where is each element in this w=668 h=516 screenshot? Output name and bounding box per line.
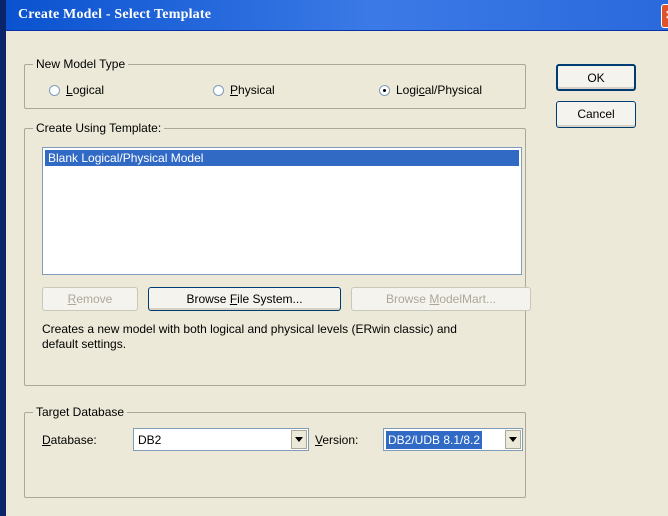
template-description: Creates a new model with both logical an…	[42, 322, 457, 351]
version-select-value: DB2/UDB 8.1/8.2	[386, 431, 483, 449]
browse-file-system-button[interactable]: Browse File System...	[148, 287, 341, 311]
dialog-window: Create Model - Select Template ✕ New Mod…	[0, 0, 668, 516]
title-bar[interactable]: Create Model - Select Template ✕	[6, 0, 668, 31]
target-database-group: Target Database Database: DB2 Version: D…	[24, 405, 526, 498]
template-legend: Create Using Template:	[33, 121, 165, 135]
chevron-down-icon[interactable]	[291, 430, 307, 449]
close-button[interactable]: ✕	[661, 4, 668, 28]
radio-physical-indicator[interactable]	[213, 84, 224, 96]
version-label: Version:	[315, 433, 359, 447]
radio-logical-physical-indicator[interactable]	[379, 84, 390, 96]
database-select-value: DB2	[138, 433, 162, 447]
radio-logical-physical-label: Logical/Physical	[396, 83, 483, 97]
target-database-legend: Target Database	[33, 405, 128, 419]
template-group: Create Using Template: Blank Logical/Phy…	[24, 121, 531, 386]
window-title: Create Model - Select Template	[18, 7, 212, 22]
radio-logical[interactable]: Logical	[49, 83, 104, 97]
cancel-button[interactable]: Cancel	[556, 101, 636, 128]
radio-physical-label: Physical	[230, 83, 275, 97]
chevron-down-icon[interactable]	[505, 430, 521, 449]
list-item[interactable]: Blank Logical/Physical Model	[45, 150, 519, 166]
radio-logical-label: Logical	[66, 83, 105, 97]
remove-button[interactable]: Remove	[42, 287, 138, 311]
radio-physical[interactable]: Physical	[213, 83, 275, 97]
ok-button[interactable]: OK	[556, 64, 636, 91]
model-type-legend: New Model Type	[33, 57, 129, 71]
version-select[interactable]: DB2/UDB 8.1/8.2	[383, 428, 523, 451]
model-type-group: New Model Type Logical Physical Logical/…	[24, 57, 526, 109]
database-select[interactable]: DB2	[133, 428, 309, 451]
template-list[interactable]: Blank Logical/Physical Model	[42, 147, 522, 275]
browse-modelmart-button[interactable]: Browse ModelMart...	[351, 287, 531, 311]
radio-logical-indicator[interactable]	[49, 84, 60, 96]
radio-logical-physical[interactable]: Logical/Physical	[379, 83, 482, 97]
database-label: Database:	[42, 433, 97, 447]
